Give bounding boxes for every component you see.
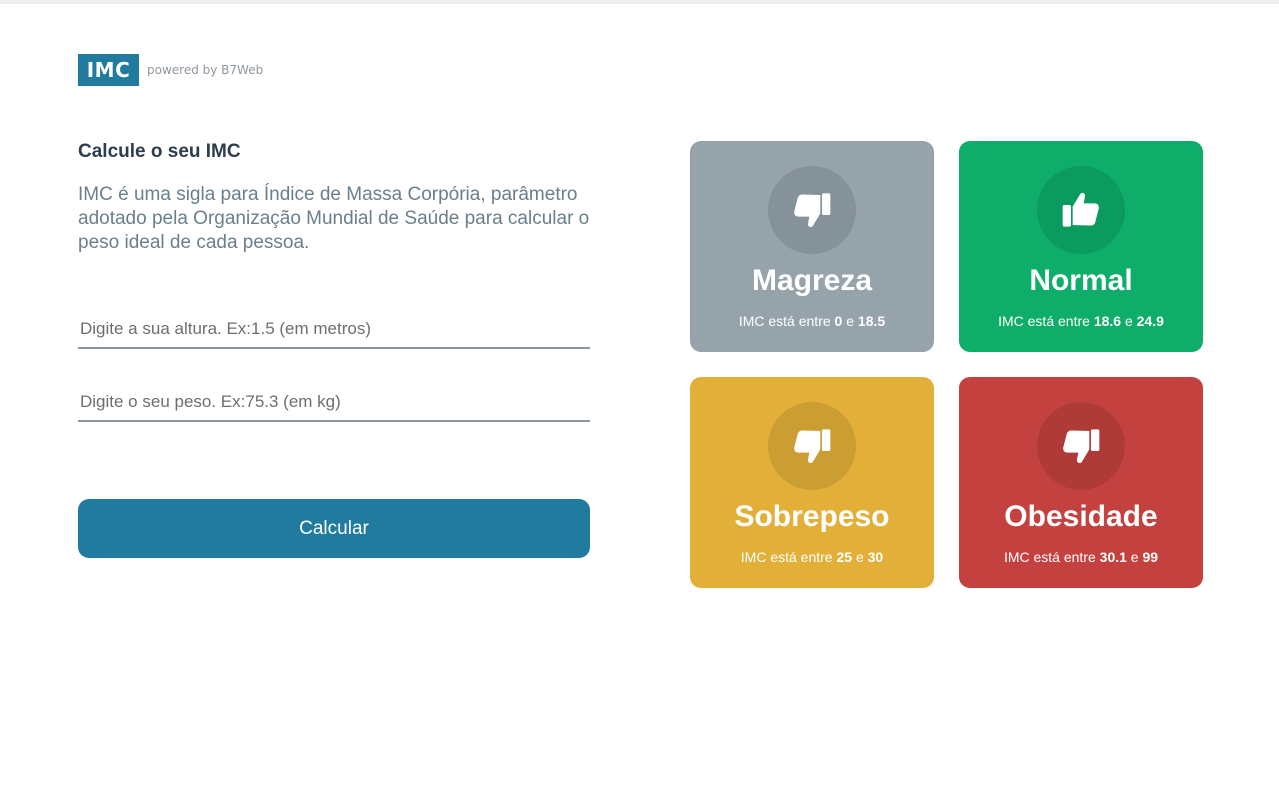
thumbs-down-icon bbox=[1063, 429, 1100, 464]
range-max: 24.9 bbox=[1136, 313, 1164, 329]
level-title: Magreza bbox=[751, 264, 873, 297]
range-max: 99 bbox=[1142, 549, 1159, 565]
range-joiner: e bbox=[1130, 549, 1139, 565]
range-min: 30.1 bbox=[1099, 549, 1127, 565]
logo: IMC bbox=[78, 54, 139, 86]
level-card-normal: Normal IMC está entre 18.6 e 24.9 bbox=[959, 141, 1203, 352]
level-title: Sobrepeso bbox=[734, 500, 890, 533]
level-range: IMC está entre 30.1 e 99 bbox=[1004, 548, 1158, 566]
range-prefix: IMC está entre bbox=[740, 549, 833, 565]
range-min: 25 bbox=[836, 549, 853, 565]
level-icon-circle bbox=[768, 402, 856, 490]
page-title: Calcule o seu IMC bbox=[78, 141, 241, 162]
height-input[interactable] bbox=[78, 311, 590, 349]
level-title: Normal bbox=[1029, 264, 1133, 297]
calculate-button[interactable]: Calcular bbox=[78, 499, 590, 558]
level-card-magreza: Magreza IMC está entre 0 e 18.5 bbox=[690, 141, 934, 352]
range-min: 0 bbox=[834, 313, 843, 329]
level-range: IMC está entre 0 e 18.5 bbox=[739, 312, 885, 330]
range-prefix: IMC está entre bbox=[738, 313, 831, 329]
thumbs-down-icon bbox=[794, 193, 831, 228]
weight-input[interactable] bbox=[78, 384, 590, 422]
powered-by-text: powered by B7Web bbox=[147, 63, 264, 77]
range-joiner: e bbox=[855, 549, 864, 565]
header: IMC powered by B7Web bbox=[78, 54, 263, 86]
level-icon-circle bbox=[768, 166, 856, 254]
level-title: Obesidade bbox=[1004, 500, 1158, 533]
level-range: IMC está entre 25 e 30 bbox=[741, 548, 883, 566]
thumbs-up-icon bbox=[1062, 192, 1099, 227]
level-icon-circle bbox=[1037, 402, 1125, 490]
level-icon-circle bbox=[1037, 166, 1125, 254]
range-max: 30 bbox=[867, 549, 884, 565]
thumbs-down-icon bbox=[794, 429, 831, 464]
calculator-panel: Calcule o seu IMC IMC é uma sigla para Í… bbox=[78, 140, 590, 558]
range-prefix: IMC está entre bbox=[1003, 549, 1096, 565]
description: IMC é uma sigla para Índice de Massa Cor… bbox=[78, 184, 590, 253]
imc-levels-grid: Magreza IMC está entre 0 e 18.5 Normal I… bbox=[690, 141, 1203, 588]
range-max: 18.5 bbox=[857, 313, 886, 329]
range-prefix: IMC está entre bbox=[998, 313, 1090, 329]
range-joiner: e bbox=[1124, 313, 1133, 329]
range-joiner: e bbox=[846, 313, 855, 329]
level-range: IMC está entre 18.6 e 24.9 bbox=[998, 312, 1164, 330]
level-card-sobrepeso: Sobrepeso IMC está entre 25 e 30 bbox=[690, 377, 934, 588]
range-min: 18.6 bbox=[1093, 313, 1122, 329]
level-card-obesidade: Obesidade IMC está entre 30.1 e 99 bbox=[959, 377, 1203, 588]
top-border bbox=[0, 0, 1279, 4]
